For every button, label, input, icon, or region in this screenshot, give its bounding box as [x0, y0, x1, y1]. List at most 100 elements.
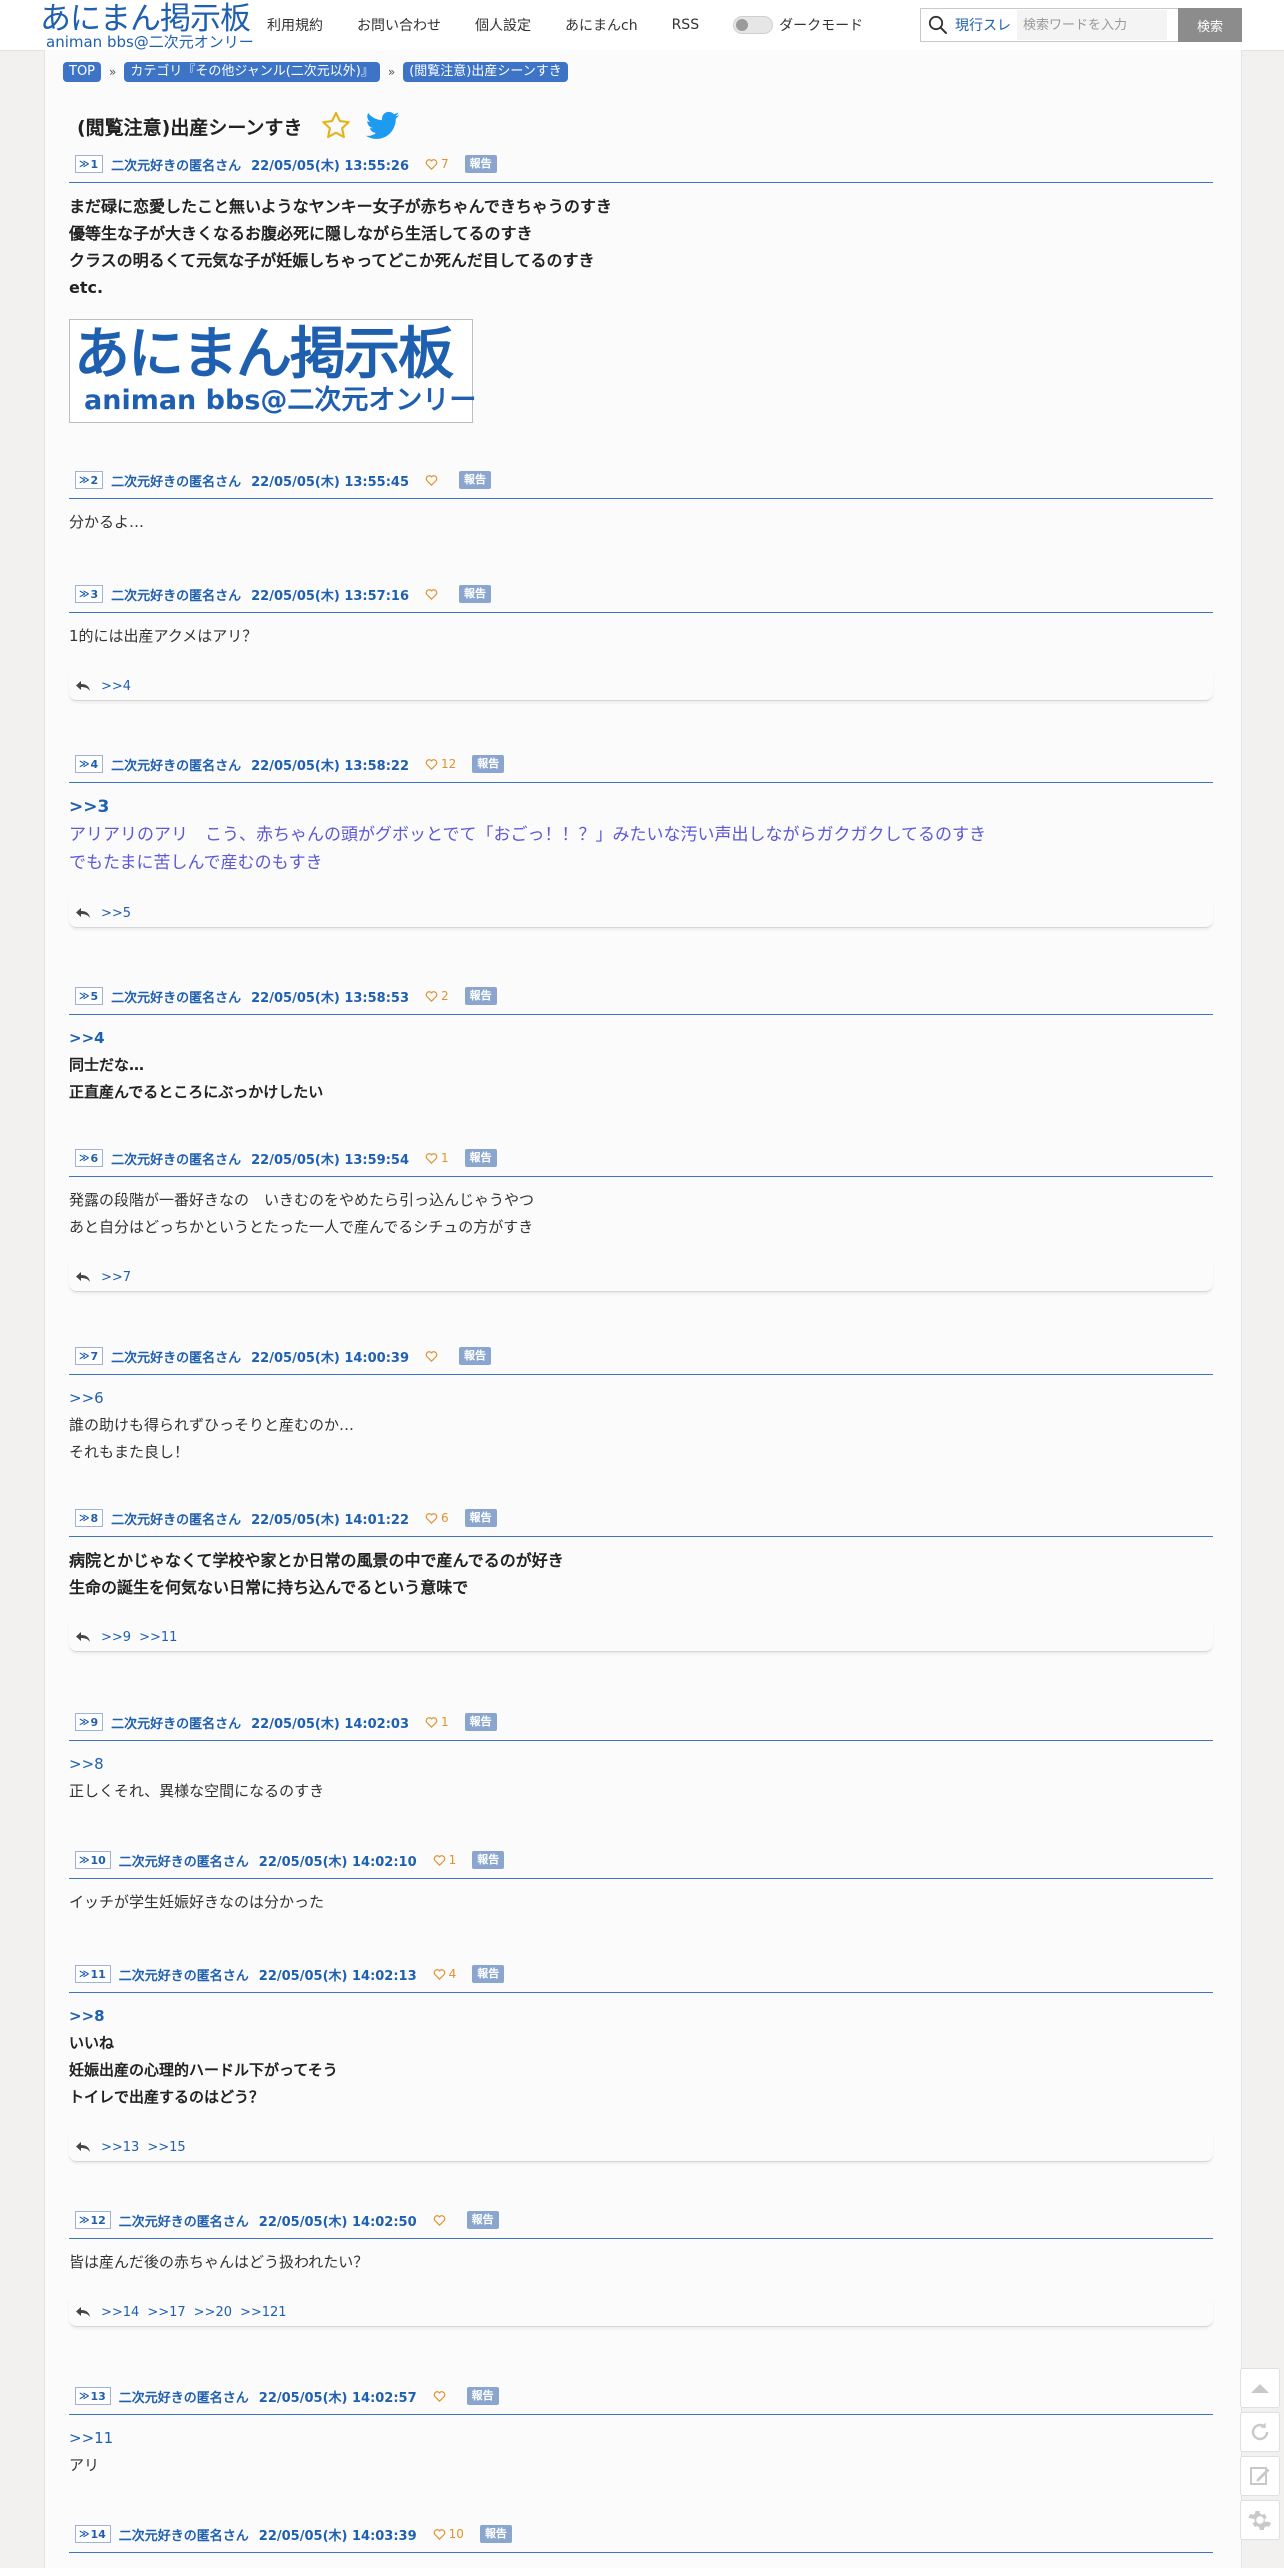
post-number-button[interactable]: ≫ 13: [75, 2387, 111, 2405]
anchor-link[interactable]: >>6: [69, 1385, 1213, 1412]
like-button[interactable]: 12: [425, 757, 456, 771]
reply-link[interactable]: >>4: [101, 679, 131, 694]
anchor-link[interactable]: >>3: [69, 793, 1213, 821]
anchor-link[interactable]: >>11: [69, 2425, 1213, 2452]
twitter-icon[interactable]: [366, 111, 400, 141]
post-number-button[interactable]: ≫ 12: [75, 2211, 111, 2229]
report-button[interactable]: 報告: [464, 1149, 497, 1167]
reply-link[interactable]: >>11: [139, 1630, 177, 1645]
search-scope-select[interactable]: 現行スレ: [955, 15, 1011, 35]
post-date: 22/05/05(木) 14:02:10: [258, 1854, 417, 1870]
post-number: 8: [90, 1511, 99, 1525]
reply-link[interactable]: >>17: [147, 2305, 185, 2320]
like-button[interactable]: [433, 2390, 451, 2402]
reply-link[interactable]: >>9: [101, 1630, 131, 1645]
anchor-link-text[interactable]: >>3: [69, 797, 109, 817]
post: ≫ 9 二次元好きの匿名さん 22/05/05(木) 14:02:03 1 報告 >>8 正し…: [69, 1710, 1213, 1805]
anchor-link-text[interactable]: >>4: [69, 1029, 105, 1047]
report-button[interactable]: 報告: [464, 155, 497, 173]
anchor-link[interactable]: >>8: [69, 1751, 1213, 1778]
breadcrumb-category[interactable]: カテゴリ『その他ジャンル(二次元以外)』: [124, 62, 380, 82]
breadcrumb-thread[interactable]: (閲覧注意)出産シーンすき: [403, 62, 568, 82]
dark-mode-toggle[interactable]: ダークモード: [733, 15, 863, 35]
like-button[interactable]: 6: [425, 1511, 449, 1525]
like-button[interactable]: 7: [425, 157, 449, 171]
heart-icon: [425, 474, 441, 486]
report-button[interactable]: 報告: [464, 1713, 497, 1731]
post-number-button[interactable]: ≫ 5: [75, 987, 104, 1005]
reply-link[interactable]: >>15: [147, 2140, 185, 2155]
post-header: ≫ 5 二次元好きの匿名さん 22/05/05(木) 13:58:53 2 報告: [69, 984, 1213, 1015]
like-button[interactable]: [425, 588, 443, 600]
like-button[interactable]: 2: [425, 989, 449, 1003]
double-chevron-icon: ≫: [79, 1350, 90, 1362]
post-number: 12: [90, 2213, 106, 2227]
post-image[interactable]: あにまん掲示板 animan bbs@二次元オンリー: [69, 319, 476, 423]
breadcrumb-top[interactable]: TOP: [63, 62, 102, 82]
like-button[interactable]: 1: [425, 1715, 449, 1729]
post-body: まだ碌に恋愛したこと無いようなヤンキー女子が赤ちゃんできちゃうのすき 優等生な子が…: [69, 183, 1213, 423]
edit-icon[interactable]: [1240, 2456, 1280, 2496]
toggle-switch[interactable]: [733, 16, 774, 34]
report-button[interactable]: 報告: [459, 1347, 491, 1365]
reply-arrow-icon: [75, 2306, 91, 2318]
post-body: 発露の段階が一番好きなの いきむのをやめたら引っ込んじゃうやつ あと自分はどっちか…: [69, 1177, 1213, 1241]
anchor-link[interactable]: >>4: [69, 1025, 1213, 1052]
star-icon[interactable]: [320, 110, 352, 142]
post-number-button[interactable]: ≫ 7: [75, 1347, 104, 1365]
scroll-top-icon[interactable]: [1240, 2368, 1280, 2408]
report-button[interactable]: 報告: [459, 471, 491, 489]
reply-link[interactable]: >>20: [194, 2305, 232, 2320]
like-button[interactable]: 1: [433, 1853, 456, 1867]
report-button[interactable]: 報告: [464, 1509, 497, 1527]
nav-personal-settings[interactable]: 個人設定: [475, 15, 531, 35]
report-button[interactable]: 報告: [479, 2525, 512, 2543]
anchor-link-text[interactable]: >>8: [69, 2007, 105, 2025]
breadcrumb-separator: »: [387, 65, 396, 79]
reply-link[interactable]: >>7: [101, 1270, 131, 1285]
report-button[interactable]: 報告: [464, 987, 497, 1005]
nav-contact[interactable]: お問い合わせ: [357, 15, 441, 35]
settings-gear-icon[interactable]: [1240, 2500, 1280, 2540]
anchor-link[interactable]: >>8: [69, 2003, 1213, 2030]
anchor-link-text[interactable]: >>6: [69, 1389, 104, 1407]
reply-link[interactable]: >>5: [101, 906, 131, 921]
report-button[interactable]: 報告: [472, 1851, 505, 1869]
anchor-link-text[interactable]: >>8: [69, 1755, 104, 1773]
report-button[interactable]: 報告: [472, 1965, 505, 1983]
post-text-line: でもたまに苦しんで産むのもすき: [69, 853, 323, 873]
like-button[interactable]: [425, 474, 443, 486]
post-number-button[interactable]: ≫ 3: [75, 585, 104, 603]
report-button[interactable]: 報告: [472, 755, 505, 773]
post-text-line: 皆は産んだ後の赤ちゃんはどう扱われたい？: [69, 2253, 369, 2271]
reply-link[interactable]: >>13: [101, 2140, 139, 2155]
site-logo[interactable]: あにまん掲示板 animan bbs@二次元オンリー: [40, 2, 254, 50]
reply-link[interactable]: >>14: [101, 2305, 139, 2320]
post-number-button[interactable]: ≫ 11: [75, 1965, 111, 1983]
post-number-button[interactable]: ≫ 9: [75, 1713, 104, 1731]
report-button[interactable]: 報告: [466, 2211, 499, 2229]
search-input[interactable]: [1017, 10, 1167, 40]
like-button[interactable]: [425, 1350, 443, 1362]
like-button[interactable]: 1: [425, 1151, 449, 1165]
nav-animanch[interactable]: あにまんch: [565, 15, 638, 35]
nav-terms[interactable]: 利用規約: [267, 15, 323, 35]
like-button[interactable]: 10: [433, 2527, 464, 2541]
reload-icon[interactable]: [1240, 2412, 1280, 2452]
nav-rss[interactable]: RSS: [672, 17, 700, 33]
post-number-button[interactable]: ≫ 14: [75, 2525, 111, 2543]
like-button[interactable]: [433, 2214, 451, 2226]
post-number-button[interactable]: ≫ 2: [75, 471, 104, 489]
like-button[interactable]: 4: [433, 1967, 456, 1981]
search-button[interactable]: 検索: [1178, 8, 1242, 42]
post-number-button[interactable]: ≫ 10: [75, 1851, 111, 1869]
reply-link[interactable]: >>121: [240, 2305, 287, 2320]
post-body: 1的には出産アクメはアリ？: [69, 613, 1213, 650]
anchor-link-text[interactable]: >>11: [69, 2429, 113, 2447]
report-button[interactable]: 報告: [459, 585, 491, 603]
post-number-button[interactable]: ≫ 4: [75, 755, 104, 773]
post-number-button[interactable]: ≫ 1: [75, 155, 104, 173]
report-button[interactable]: 報告: [466, 2387, 499, 2405]
post-number-button[interactable]: ≫ 8: [75, 1509, 104, 1527]
post-number-button[interactable]: ≫ 6: [75, 1149, 104, 1167]
